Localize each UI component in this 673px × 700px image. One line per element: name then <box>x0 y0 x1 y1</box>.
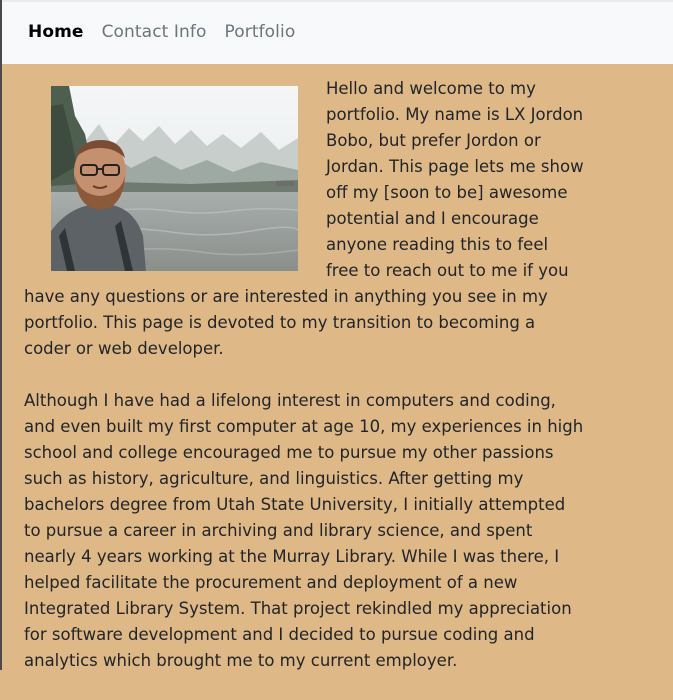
nav-contact-info-link[interactable]: Contact Info <box>102 22 207 42</box>
main-content: Hello and welcome to my portfolio. My na… <box>24 76 584 700</box>
background-paragraph: Although I have had a lifelong interest … <box>24 391 584 670</box>
profile-photo <box>51 86 298 271</box>
window-top-edge <box>0 0 673 2</box>
nav-portfolio-link[interactable]: Portfolio <box>224 22 295 42</box>
window-left-edge <box>0 0 2 670</box>
navbar: Home Contact Info Portfolio <box>0 0 673 64</box>
nav-home-link[interactable]: Home <box>28 22 84 42</box>
